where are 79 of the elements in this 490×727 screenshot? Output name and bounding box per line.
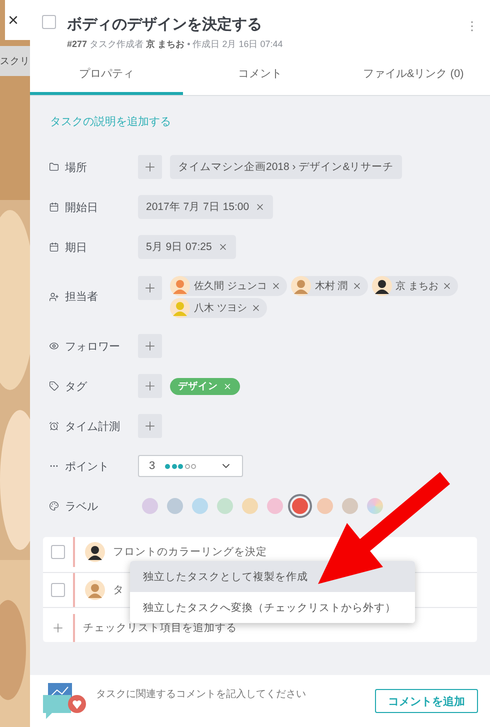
label-swatch[interactable] [217, 498, 233, 514]
background-tab-text: スクリ [0, 46, 30, 76]
label-swatch[interactable] [167, 498, 183, 514]
folder-icon [49, 162, 59, 172]
add-button[interactable] [138, 276, 162, 300]
add-button[interactable] [138, 374, 162, 398]
add-button[interactable] [138, 414, 162, 438]
remove-icon[interactable] [352, 281, 362, 291]
label-swatch[interactable] [192, 498, 208, 514]
points-value: 3 [149, 460, 156, 472]
plus-icon [143, 339, 157, 353]
plus-icon [143, 379, 157, 393]
label-swatch[interactable] [242, 498, 258, 514]
points-select[interactable]: 3 [138, 455, 243, 477]
assignee-name: 木村 潤 [314, 280, 348, 293]
property-label: ポイント [65, 460, 109, 474]
property-label: ラベル [65, 500, 98, 514]
date-text: 5月 9日 07:25 [146, 240, 212, 254]
date-chip[interactable]: 5月 9日 07:25 [138, 235, 236, 259]
add-button[interactable] [138, 155, 162, 179]
plus-icon [143, 160, 157, 174]
person-icon [49, 292, 59, 302]
property-label: 担当者 [65, 290, 98, 304]
checklist-item-text: フロントのカラーリングを決定 [113, 545, 267, 559]
label-swatch[interactable] [367, 498, 383, 514]
calendar-icon [49, 202, 59, 212]
menu-item[interactable]: 独立したタスクとして複製を作成 [130, 561, 415, 592]
task-title: ボディのデザインを決定する [67, 15, 263, 35]
assignee-chip[interactable]: 木村 潤 [290, 276, 368, 296]
location-chip[interactable]: タイムマシン企画2018 › デザイン&リサーチ [170, 155, 402, 179]
label-swatch[interactable] [142, 498, 158, 514]
assignee-chip[interactable]: 八木 ツヨシ [170, 298, 267, 318]
more-menu[interactable]: ⋮ [466, 15, 478, 55]
remove-icon[interactable] [270, 281, 281, 291]
remove-icon[interactable] [250, 303, 261, 313]
checklist-checkbox[interactable] [51, 583, 65, 597]
label-swatch[interactable] [267, 498, 283, 514]
plus-icon [51, 621, 65, 635]
remove-icon[interactable] [442, 281, 452, 291]
alarm-clock-icon [49, 421, 59, 431]
assignee-chip[interactable]: 京 まちお [372, 276, 458, 296]
close-button[interactable]: × [5, 0, 30, 40]
task-meta: #277 タスク作成者 京 まちお • 作成日 2月 16日 07:44 [67, 38, 284, 51]
label-swatch[interactable] [342, 498, 358, 514]
add-button[interactable] [138, 334, 162, 358]
label-swatch[interactable] [317, 498, 333, 514]
menu-item[interactable]: 独立したタスクへ変換（チェックリストから外す） [130, 592, 415, 623]
add-checklist-item[interactable]: チェックリスト項目を追加する [83, 621, 237, 635]
assignee-name: 京 まちお [396, 280, 438, 293]
tab[interactable]: プロパティ [30, 55, 184, 95]
eye-icon [49, 341, 59, 351]
remove-icon[interactable] [223, 382, 232, 390]
tag-icon [49, 381, 59, 391]
remove-icon[interactable] [255, 202, 266, 212]
task-checkbox[interactable] [42, 15, 56, 29]
property-label: タグ [65, 380, 87, 394]
property-label: 場所 [65, 160, 87, 174]
plus-icon [143, 281, 157, 295]
tag-text: デザイン [178, 380, 218, 392]
comment-prompt: タスクに関連するコメントを記入してください [96, 688, 307, 701]
checklist-checkbox[interactable] [51, 545, 65, 559]
assignee-name: 佐久間 ジュンコ [194, 280, 267, 293]
plus-icon [143, 419, 157, 433]
property-label: 期日 [65, 240, 87, 254]
tab[interactable]: ファイル&リンク (0) [336, 55, 490, 95]
comment-illustration-icon [42, 681, 86, 721]
assignee-chip[interactable]: 佐久間 ジュンコ [170, 276, 287, 296]
palette-icon [49, 501, 59, 511]
calendar-icon [49, 242, 59, 252]
label-swatch[interactable] [292, 498, 308, 514]
date-chip[interactable]: 2017年 7月 7日 15:00 [138, 195, 274, 219]
assignee-name: 八木 ツヨシ [194, 302, 247, 315]
property-label: タイム計測 [65, 420, 120, 434]
remove-icon[interactable] [218, 242, 228, 252]
property-label: 開始日 [65, 200, 98, 214]
property-label: フォロワー [65, 340, 120, 354]
date-text: 2017年 7月 7日 15:00 [146, 200, 250, 214]
tab[interactable]: コメント [183, 55, 337, 95]
checklist-item-text: タ [113, 583, 124, 597]
